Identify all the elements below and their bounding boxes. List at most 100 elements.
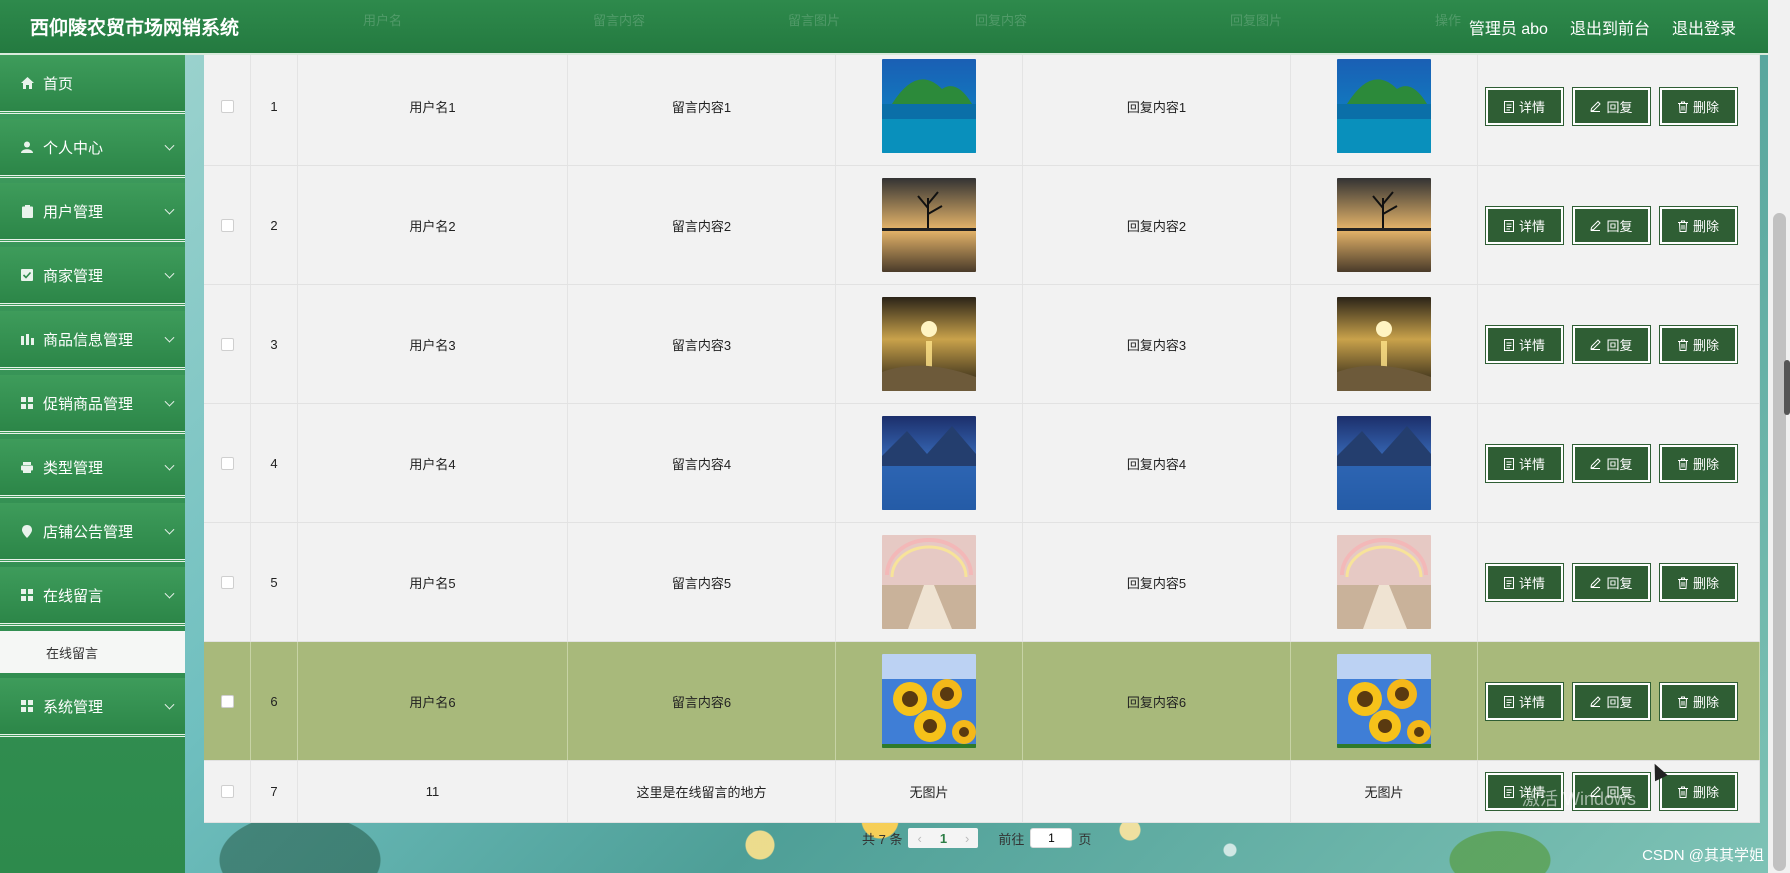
row-checkbox[interactable] xyxy=(220,99,234,113)
delete-button[interactable]: 删除 xyxy=(1659,444,1738,483)
detail-button[interactable]: 详情 xyxy=(1485,87,1564,126)
prev-page-icon[interactable]: ‹ xyxy=(917,831,921,846)
trash-icon xyxy=(1677,696,1688,708)
back-to-front-link[interactable]: 退出到前台 xyxy=(1570,15,1650,39)
pager-current-page[interactable]: 1 xyxy=(940,831,947,846)
row-checkbox[interactable] xyxy=(220,456,234,470)
message-image[interactable] xyxy=(882,654,976,748)
message-table: 1 用户名1 留言内容1 回复内容1 详情 回复 删除 2 用户名2 留言内容2 回复内容2 详情 回复… xyxy=(204,47,1760,823)
row-index: 6 xyxy=(251,642,298,760)
reply-image[interactable] xyxy=(1337,178,1431,272)
table-row[interactable]: 3 用户名3 留言内容3 回复内容3 详情 回复 删除 xyxy=(204,285,1760,404)
row-reply-content: 回复内容6 xyxy=(1023,642,1291,760)
delete-button[interactable]: 删除 xyxy=(1659,772,1738,811)
table-row[interactable]: 4 用户名4 留言内容4 回复内容4 详情 回复 删除 xyxy=(204,404,1760,523)
row-username: 用户名6 xyxy=(298,642,568,760)
clipboard-icon xyxy=(20,204,34,218)
reply-button[interactable]: 回复 xyxy=(1572,87,1651,126)
pager-goto-label: 前往 xyxy=(998,831,1025,847)
csdn-watermark: CSDN @其其学姐 xyxy=(1642,847,1764,864)
submenu-item-messages[interactable]: 在线留言 xyxy=(0,631,185,673)
row-message-content: 留言内容1 xyxy=(568,47,836,165)
sidebar-item-promotions[interactable]: 促销商品管理 xyxy=(0,375,185,434)
next-page-icon[interactable]: › xyxy=(965,831,969,846)
row-checkbox[interactable] xyxy=(220,785,234,798)
table-row[interactable]: 6 用户名6 留言内容6 回复内容6 详情 回复 删除 xyxy=(204,642,1760,761)
pager-goto-input[interactable] xyxy=(1030,828,1073,848)
row-index: 4 xyxy=(251,404,298,522)
reply-image[interactable] xyxy=(1337,654,1431,748)
document-icon xyxy=(1503,785,1514,798)
row-actions: 详情 回复 删除 xyxy=(1478,642,1760,760)
reply-image[interactable] xyxy=(1337,535,1431,629)
row-checkbox[interactable] xyxy=(220,337,234,351)
ghost-col-reply: 回复内容 xyxy=(975,13,1028,28)
sidebar-item-announcements[interactable]: 店铺公告管理 xyxy=(0,503,185,562)
reply-button[interactable]: 回复 xyxy=(1572,206,1651,245)
detail-button[interactable]: 详情 xyxy=(1485,444,1564,483)
button-label: 回复 xyxy=(1606,695,1633,710)
reply-image[interactable] xyxy=(1337,59,1431,153)
trash-icon xyxy=(1677,458,1688,470)
scrollbar-thumb[interactable] xyxy=(1773,213,1786,871)
trash-icon xyxy=(1677,339,1688,351)
sidebar-item-products[interactable]: 商品信息管理 xyxy=(0,311,185,370)
sidebar-item-messages[interactable]: 在线留言 xyxy=(0,567,185,626)
row-message-content: 留言内容4 xyxy=(568,404,836,522)
edit-icon xyxy=(1590,339,1602,350)
sidebar-item-types[interactable]: 类型管理 xyxy=(0,439,185,498)
detail-button[interactable]: 详情 xyxy=(1485,563,1564,602)
sidebar-item-system[interactable]: 系统管理 xyxy=(0,678,185,737)
table-row[interactable]: 5 用户名5 留言内容5 回复内容5 详情 回复 删除 xyxy=(204,523,1760,642)
sidebar-item-label: 系统管理 xyxy=(43,698,104,716)
delete-button[interactable]: 删除 xyxy=(1659,206,1738,245)
message-image[interactable] xyxy=(882,535,976,629)
delete-button[interactable]: 删除 xyxy=(1659,682,1738,721)
reply-button[interactable]: 回复 xyxy=(1572,325,1651,364)
message-image[interactable] xyxy=(882,416,976,510)
message-image[interactable] xyxy=(882,297,976,391)
logout-link[interactable]: 退出登录 xyxy=(1672,15,1736,39)
reply-button[interactable]: 回复 xyxy=(1572,563,1651,602)
delete-button[interactable]: 删除 xyxy=(1659,87,1738,126)
row-reply-image xyxy=(1291,404,1478,522)
row-checkbox[interactable] xyxy=(220,218,234,232)
sidebar-item-home[interactable]: 首页 xyxy=(0,55,185,114)
row-checkbox[interactable] xyxy=(220,575,234,589)
sidebar-item-personal[interactable]: 个人中心 xyxy=(0,119,185,178)
button-label: 回复 xyxy=(1606,100,1633,115)
reply-image[interactable] xyxy=(1337,297,1431,391)
row-select-cell xyxy=(204,166,251,284)
table-row[interactable]: 2 用户名2 留言内容2 回复内容2 详情 回复 删除 xyxy=(204,166,1760,285)
delete-button[interactable]: 删除 xyxy=(1659,325,1738,364)
reply-image[interactable] xyxy=(1337,416,1431,510)
row-index: 2 xyxy=(251,166,298,284)
edit-icon xyxy=(1590,220,1602,231)
row-reply-content: 回复内容4 xyxy=(1023,404,1291,522)
reply-button[interactable]: 回复 xyxy=(1572,682,1651,721)
reply-button[interactable]: 回复 xyxy=(1572,444,1651,483)
row-message-image xyxy=(836,404,1023,522)
chevron-down-icon xyxy=(164,204,175,215)
grid-icon xyxy=(20,396,34,410)
detail-button[interactable]: 详情 xyxy=(1485,325,1564,364)
page-scrollbar[interactable] xyxy=(1768,0,1790,873)
bars-icon xyxy=(20,332,34,346)
message-image[interactable] xyxy=(882,178,976,272)
row-username: 用户名2 xyxy=(298,166,568,284)
sidebar-item-users[interactable]: 用户管理 xyxy=(0,183,185,242)
chevron-down-icon xyxy=(164,332,175,343)
sidebar-item-merchants[interactable]: 商家管理 xyxy=(0,247,185,306)
detail-button[interactable]: 详情 xyxy=(1485,206,1564,245)
message-image[interactable] xyxy=(882,59,976,153)
detail-button[interactable]: 详情 xyxy=(1485,682,1564,721)
pin-icon xyxy=(20,524,34,538)
table-row[interactable]: 1 用户名1 留言内容1 回复内容1 详情 回复 删除 xyxy=(204,47,1760,166)
edit-icon xyxy=(1590,577,1602,588)
document-icon xyxy=(1503,338,1514,351)
grid-icon xyxy=(20,588,34,602)
row-message-content: 留言内容3 xyxy=(568,285,836,403)
row-index: 1 xyxy=(251,47,298,165)
delete-button[interactable]: 删除 xyxy=(1659,563,1738,602)
row-checkbox[interactable] xyxy=(220,694,234,708)
